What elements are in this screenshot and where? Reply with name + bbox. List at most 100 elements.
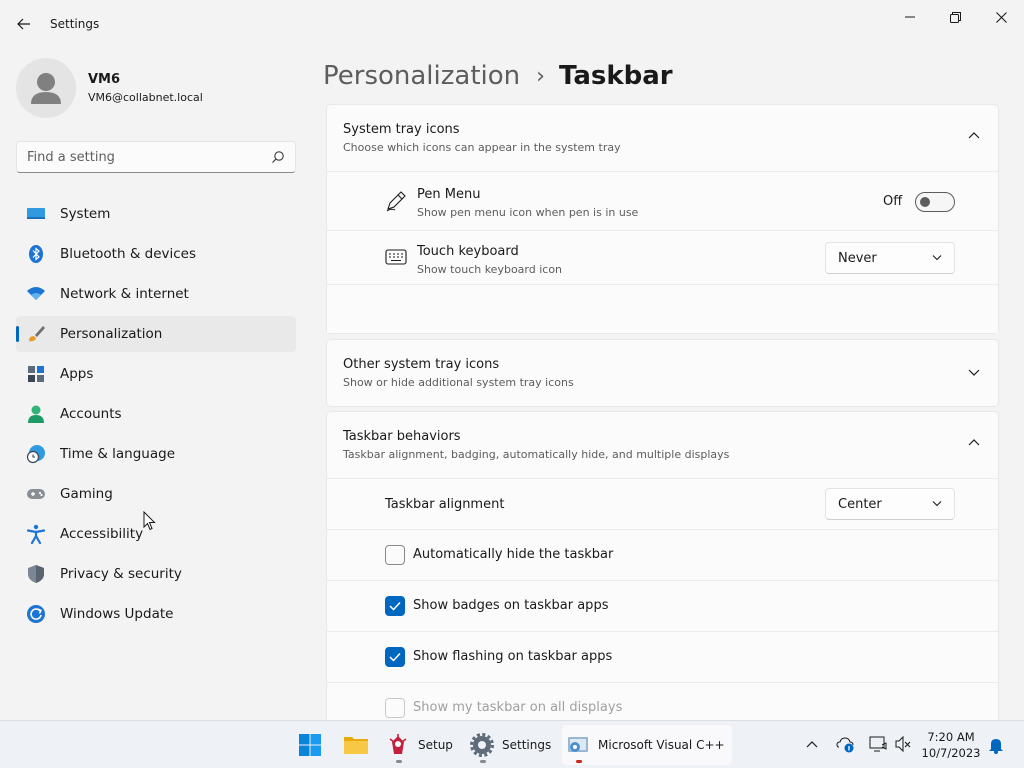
maximize-button[interactable] <box>932 4 978 30</box>
back-button[interactable] <box>12 12 36 36</box>
taskbar-alignment-row: Taskbar alignment Center <box>327 478 998 529</box>
accessibility-icon <box>26 524 46 544</box>
chevron-down-icon[interactable] <box>968 369 980 377</box>
auto-hide-checkbox[interactable] <box>385 545 405 565</box>
auto-hide-row[interactable]: Automatically hide the taskbar <box>327 529 998 580</box>
chevron-up-icon[interactable] <box>968 131 980 139</box>
sidebar-item-label: Accounts <box>60 406 122 422</box>
system-icon <box>27 208 45 219</box>
sidebar-item-label: Personalization <box>60 326 163 342</box>
breadcrumb-parent[interactable]: Personalization <box>323 61 520 91</box>
pen-icon <box>386 191 406 212</box>
sidebar-item-time-language[interactable]: Time & language <box>16 436 296 472</box>
other-system-tray-icons-card[interactable]: Other system tray icons Show or hide add… <box>326 339 999 407</box>
taskbar: Setup Settings Microsoft Visual C++ 20 7… <box>0 720 1024 768</box>
setup-icon <box>389 734 407 754</box>
touch-keyboard-title: Touch keyboard <box>417 244 519 259</box>
sidebar-item-personalization[interactable]: Personalization <box>16 316 296 352</box>
taskbar-alignment-dropdown[interactable]: Center <box>825 488 955 520</box>
running-indicator <box>576 760 582 763</box>
empty-row <box>327 284 998 333</box>
sidebar-item-accounts[interactable]: Accounts <box>16 396 296 432</box>
touch-keyboard-dropdown[interactable]: Never <box>825 242 955 274</box>
settings-content: System tray icons Choose which icons can… <box>326 104 1000 720</box>
volume-muted-icon[interactable] <box>894 735 912 753</box>
taskbar-file-explorer[interactable] <box>336 725 376 765</box>
clock-globe-icon <box>26 445 45 464</box>
sidebar-item-label: System <box>60 206 111 222</box>
sidebar-item-bluetooth[interactable]: Bluetooth & devices <box>16 236 296 272</box>
sidebar-item-windows-update[interactable]: Windows Update <box>16 596 296 632</box>
start-button[interactable] <box>290 725 330 765</box>
user-email: VM6@collabnet.local <box>88 91 203 104</box>
avatar[interactable] <box>16 58 76 118</box>
taskbar-clock[interactable]: 7:20 AM 10/7/2023 <box>920 729 982 761</box>
breadcrumb: Personalization › Taskbar <box>323 58 673 94</box>
all-displays-checkbox <box>385 698 405 718</box>
taskbar-app-setup[interactable]: Setup <box>380 725 456 765</box>
section-description: Choose which icons can appear in the sys… <box>343 141 621 154</box>
chevron-up-icon[interactable] <box>968 438 980 446</box>
pen-menu-row: Pen Menu Show pen menu icon when pen is … <box>327 171 998 230</box>
badges-checkbox[interactable] <box>385 596 405 616</box>
dropdown-value: Never <box>838 251 877 266</box>
shield-icon <box>28 565 44 583</box>
section-title: Taskbar behaviors <box>343 429 461 444</box>
badges-label: Show badges on taskbar apps <box>413 598 609 613</box>
gamepad-icon <box>27 489 45 499</box>
taskbar-app-label: Settings <box>502 738 552 752</box>
sidebar-item-label: Windows Update <box>60 606 174 622</box>
pen-menu-toggle[interactable] <box>915 192 955 212</box>
accounts-icon <box>28 405 44 423</box>
pen-menu-description: Show pen menu icon when pen is in use <box>417 206 639 219</box>
flashing-checkbox[interactable] <box>385 647 405 667</box>
chevron-down-icon <box>932 255 942 261</box>
close-button[interactable] <box>978 4 1024 30</box>
onedrive-info-icon[interactable] <box>836 735 856 753</box>
all-displays-label: Show my taskbar on all displays <box>413 700 623 715</box>
sidebar-item-label: Accessibility <box>60 526 144 542</box>
sidebar-item-gaming[interactable]: Gaming <box>16 476 296 512</box>
notification-bell-icon[interactable] <box>988 736 1004 754</box>
pen-menu-toggle-state: Off <box>883 194 903 209</box>
sidebar-item-label: Network & internet <box>60 286 189 302</box>
taskbar-behaviors-card: Taskbar behaviors Taskbar alignment, bad… <box>326 411 999 720</box>
badges-row[interactable]: Show badges on taskbar apps <box>327 580 998 631</box>
flashing-label: Show flashing on taskbar apps <box>413 649 613 664</box>
pen-menu-title: Pen Menu <box>417 187 481 202</box>
taskbar-app-settings[interactable]: Settings <box>464 725 554 765</box>
system-tray-icons-header[interactable]: System tray icons Choose which icons can… <box>327 105 998 171</box>
windows-logo-icon <box>299 734 321 756</box>
sidebar-item-privacy[interactable]: Privacy & security <box>16 556 296 592</box>
section-description: Taskbar alignment, badging, automaticall… <box>343 448 730 461</box>
sidebar-item-label: Apps <box>60 366 94 382</box>
display-icon[interactable] <box>868 735 888 753</box>
chevron-up-icon[interactable] <box>806 740 818 748</box>
sidebar-nav: System Bluetooth & devices Network & int… <box>16 196 296 636</box>
sidebar-item-network[interactable]: Network & internet <box>16 276 296 312</box>
toggle-knob <box>920 197 930 207</box>
sidebar-item-system[interactable]: System <box>16 196 296 232</box>
settings-gear-icon <box>470 733 494 757</box>
sidebar-item-label: Time & language <box>60 446 176 462</box>
mouse-cursor-icon <box>143 511 156 531</box>
keyboard-icon <box>385 249 407 265</box>
flashing-row[interactable]: Show flashing on taskbar apps <box>327 631 998 682</box>
minimize-button[interactable] <box>887 4 933 30</box>
sidebar-item-label: Bluetooth & devices <box>60 246 197 262</box>
clock-date: 10/7/2023 <box>921 746 981 760</box>
search-input[interactable] <box>17 142 257 172</box>
section-title: System tray icons <box>343 122 460 137</box>
checkmark-icon <box>389 652 401 662</box>
taskbar-alignment-title: Taskbar alignment <box>385 497 505 512</box>
sidebar-item-apps[interactable]: Apps <box>16 356 296 392</box>
other-system-tray-icons-header[interactable]: Other system tray icons Show or hide add… <box>327 340 998 406</box>
touch-keyboard-description: Show touch keyboard icon <box>417 263 563 276</box>
taskbar-behaviors-header[interactable]: Taskbar behaviors Taskbar alignment, bad… <box>327 412 998 478</box>
taskbar-app-vcredist[interactable]: Microsoft Visual C++ 20 <box>562 725 732 765</box>
chevron-down-icon <box>932 501 942 507</box>
search-icon[interactable] <box>271 150 285 164</box>
close-icon <box>995 11 1007 23</box>
search-box <box>16 141 296 173</box>
back-arrow-icon <box>17 18 30 30</box>
